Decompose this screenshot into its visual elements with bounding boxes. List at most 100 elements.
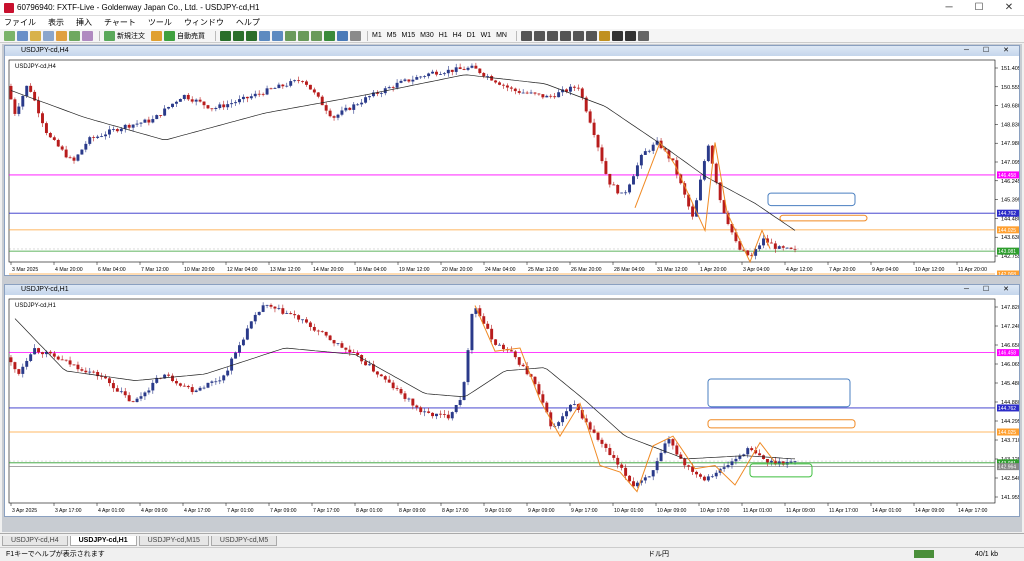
candle-body	[108, 129, 111, 135]
chart-window-h4[interactable]: USDJPY-cd,H4 ─ ☐ ✕ USDJPY-cd,H4 151.405 15…	[4, 45, 1020, 276]
candle-body	[277, 308, 281, 309]
market-watch-icon[interactable]	[30, 30, 41, 41]
profiles-icon[interactable]	[17, 30, 28, 41]
time-label: 9 Apr 01:00	[485, 508, 512, 514]
menu-window[interactable]: ウィンドウ	[184, 17, 224, 28]
menu-tools[interactable]: ツール	[148, 17, 172, 28]
candle-body	[320, 96, 324, 106]
candle-body	[502, 84, 505, 86]
channel-icon[interactable]	[585, 30, 597, 41]
menu-file[interactable]: ファイル	[4, 17, 36, 28]
candle-body	[285, 85, 289, 87]
horizontal-line-icon[interactable]	[559, 30, 571, 41]
bar-chart-icon[interactable]	[220, 30, 231, 41]
autoscroll-icon[interactable]	[298, 30, 309, 41]
minimize-button[interactable]: ─	[934, 2, 964, 13]
tab-usdjpy-h1[interactable]: USDJPY-cd,H1	[69, 536, 137, 546]
close-button[interactable]: ✕	[994, 2, 1024, 13]
timeframe-w1[interactable]: W1	[481, 32, 492, 39]
h4-price-chart[interactable]: USDJPY-cd,H4 151.405 150.555 149.680 148.830…	[5, 56, 1019, 275]
timeframe-d1[interactable]: D1	[467, 32, 476, 39]
text-tool-icon[interactable]	[611, 30, 623, 41]
menu-help[interactable]: ヘルプ	[236, 17, 260, 28]
terminal-icon[interactable]	[69, 30, 80, 41]
candle-body	[557, 92, 561, 98]
candle-body	[368, 96, 371, 98]
timeframe-h1[interactable]: H1	[439, 32, 448, 39]
periods-icon[interactable]	[337, 30, 348, 41]
time-label: 14 Apr 01:00	[872, 508, 902, 514]
candle-body	[147, 390, 151, 393]
text-label-icon[interactable]	[624, 30, 636, 41]
timeframe-mn[interactable]: MN	[496, 32, 507, 39]
candle-body	[395, 388, 399, 390]
timeframe-h4[interactable]: H4	[453, 32, 462, 39]
candle-body	[379, 374, 383, 377]
candle-body	[214, 107, 218, 110]
candle-body	[348, 107, 352, 110]
candle-body	[186, 385, 190, 388]
menu-charts[interactable]: チャート	[104, 17, 136, 28]
candle-body	[722, 467, 726, 469]
vertical-line-icon[interactable]	[546, 30, 558, 41]
auto-trading-icon[interactable]	[164, 30, 175, 41]
indicators-icon[interactable]	[324, 30, 335, 41]
navigator-icon[interactable]	[56, 30, 67, 41]
candle-body	[450, 69, 454, 72]
tab-usdjpy-h4[interactable]: USDJPY-cd,H4	[2, 536, 68, 546]
new-chart-icon[interactable]	[4, 30, 15, 41]
menu-view[interactable]: 表示	[48, 17, 64, 28]
timeframe-m15[interactable]: M15	[401, 32, 415, 39]
h1-price-chart[interactable]: USDJPY-cd,H1 147.820 147.240 146.650 146.065…	[5, 295, 1019, 516]
chart-window-controls[interactable]: ─ ☐ ✕	[964, 285, 1015, 295]
candle-body	[238, 99, 241, 103]
candle-body	[706, 476, 710, 481]
data-window-icon[interactable]	[43, 30, 54, 41]
candle-body	[151, 119, 155, 123]
crosshair-icon[interactable]	[533, 30, 545, 41]
candle-body	[68, 157, 72, 159]
trendline-icon[interactable]	[572, 30, 584, 41]
cursor-icon[interactable]	[520, 30, 532, 41]
chart-window-controls[interactable]: ─ ☐ ✕	[964, 46, 1015, 56]
timeframe-m5[interactable]: M5	[387, 32, 397, 39]
arrows-icon[interactable]	[637, 30, 649, 41]
metaeditor-icon[interactable]	[151, 30, 162, 41]
chart-shift-icon[interactable]	[311, 30, 322, 41]
maximize-button[interactable]: ☐	[964, 2, 994, 13]
auto-trading-button[interactable]: 自動売買	[177, 31, 205, 41]
strategy-tester-icon[interactable]	[82, 30, 93, 41]
chart-window-h1[interactable]: USDJPY-cd,H1 ─ ☐ ✕ USDJPY-cd,H1 147.820 14…	[4, 284, 1020, 517]
tile-windows-icon[interactable]	[285, 30, 296, 41]
candle-body	[29, 354, 33, 361]
time-label: 9 Apr 04:00	[872, 267, 899, 273]
candle-body	[316, 330, 320, 332]
candle-body	[407, 398, 411, 400]
candlestick-icon[interactable]	[233, 30, 244, 41]
price-label: 147.820	[1001, 305, 1019, 311]
candle-body	[52, 353, 56, 357]
timeframe-m1[interactable]: M1	[372, 32, 382, 39]
candle-body	[238, 345, 241, 353]
tab-usdjpy-m15[interactable]: USDJPY-cd,M15	[138, 536, 209, 546]
status-help-text: F1キーでヘルプが表示されます	[6, 551, 105, 558]
candle-body	[742, 454, 746, 456]
fibonacci-icon[interactable]	[598, 30, 610, 41]
tab-usdjpy-m5[interactable]: USDJPY-cd,M5	[210, 536, 278, 546]
line-chart-icon[interactable]	[246, 30, 257, 41]
level-tag-text: 144.025	[998, 228, 1016, 234]
candle-body	[758, 453, 762, 456]
new-order-icon[interactable]	[104, 30, 115, 41]
timeframe-m30[interactable]: M30	[420, 32, 434, 39]
zoom-in-icon[interactable]	[259, 30, 270, 41]
new-order-button[interactable]: 新規注文	[117, 31, 145, 41]
candle-body	[17, 369, 21, 374]
templates-icon[interactable]	[350, 30, 361, 41]
candle-body	[482, 73, 486, 77]
time-label: 11 Apr 17:00	[829, 508, 858, 514]
candle-body	[498, 344, 501, 346]
zoom-out-icon[interactable]	[272, 30, 283, 41]
candle-body	[131, 401, 135, 403]
menu-insert[interactable]: 挿入	[76, 17, 92, 28]
candle-body	[533, 92, 537, 94]
